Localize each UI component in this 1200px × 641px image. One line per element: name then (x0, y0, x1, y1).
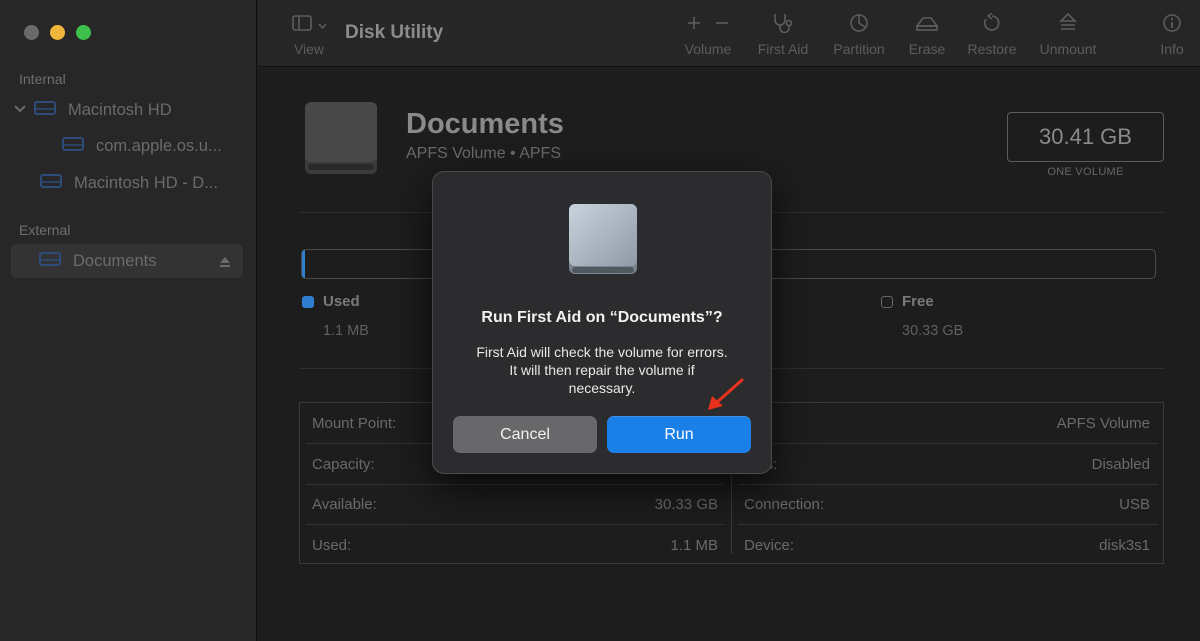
used-swatch (302, 295, 314, 308)
partition-button[interactable]: Partition (829, 13, 889, 57)
restore-icon (982, 11, 1002, 38)
eject-icon[interactable] (219, 254, 231, 273)
unmount-label: Unmount (1039, 41, 1097, 57)
info-row-type: e:APFS Volume (744, 403, 1150, 443)
dialog-message-line: First Aid will check the volume for erro… (476, 344, 728, 360)
annotation-arrow-icon (704, 375, 748, 418)
info-row-device: Device: disk3s1 (744, 525, 1150, 565)
info-label: Info (1160, 41, 1184, 57)
legend-free: Free 30.33 GB (881, 293, 963, 339)
sidebar-section-internal: Internal (19, 71, 66, 87)
info-key: Available: (312, 495, 377, 513)
sidebar-section-external: External (19, 222, 71, 238)
dialog-title: Run First Aid on “Documents”? (481, 309, 723, 326)
app-title: Disk Utility (345, 22, 444, 43)
minus-icon[interactable] (715, 16, 729, 35)
usage-used-fill (302, 250, 306, 278)
unmount-icon (1059, 12, 1077, 38)
info-key: Mount Point: (312, 414, 397, 432)
view-label: View (293, 41, 325, 57)
external-disk-icon (39, 251, 61, 272)
info-value: Disabled (1091, 455, 1150, 473)
info-key: Capacity: (312, 455, 375, 473)
info-key: Connection: (744, 495, 825, 513)
erase-icon (915, 14, 939, 37)
sidebar: Internal Macintosh HD com.apple.os.u... … (0, 0, 257, 641)
erase-label: Erase (908, 41, 946, 57)
restore-label: Restore (967, 41, 1017, 57)
sidebar-item-label: com.apple.os.u... (96, 136, 222, 155)
info-value: 1.1 MB (670, 536, 718, 554)
run-button[interactable]: Run (607, 416, 751, 453)
first-aid-dialog: Run First Aid on “Documents”? First Aid … (432, 171, 772, 474)
sidebar-toggle-icon (291, 14, 312, 36)
info-value: USB (1119, 495, 1150, 513)
minimize-window-button[interactable] (50, 25, 65, 40)
restore-button[interactable]: Restore (964, 11, 1020, 57)
partition-label: Partition (833, 41, 885, 57)
volume-disk-icon (40, 173, 62, 194)
erase-button[interactable]: Erase (905, 14, 949, 57)
view-button[interactable]: View (286, 14, 332, 57)
info-row-available: Available: 30.33 GB (312, 484, 718, 524)
info-key: Device: (744, 536, 795, 554)
volume-button[interactable]: Volume (680, 14, 736, 57)
zoom-window-button[interactable] (76, 25, 91, 40)
volume-label: Volume (684, 41, 732, 57)
legend-used-value: 1.1 MB (323, 323, 369, 339)
window-controls (24, 25, 91, 40)
info-value: disk3s1 (1099, 536, 1150, 554)
info-row-connection: Connection: USB (744, 484, 1150, 524)
sidebar-item-macintosh-hd-data[interactable]: Macintosh HD - D... (40, 166, 218, 200)
cancel-button[interactable]: Cancel (453, 416, 597, 453)
legend-free-label: Free (902, 293, 934, 310)
volume-subtitle: APFS Volume • APFS (406, 145, 561, 162)
legend-used: Used 1.1 MB (302, 293, 369, 339)
volume-name: Documents (406, 108, 564, 140)
stethoscope-icon (772, 13, 794, 38)
pie-chart-icon (849, 13, 869, 38)
volume-disk-icon (62, 136, 84, 157)
plus-icon[interactable] (687, 16, 701, 35)
info-key: Used: (312, 536, 352, 554)
chevron-down-icon (317, 16, 327, 34)
unmount-button[interactable]: Unmount (1036, 12, 1100, 57)
sidebar-item-label: Documents (73, 251, 157, 270)
legend-free-value: 30.33 GB (902, 323, 964, 339)
volume-size-caption: ONE VOLUME (1047, 166, 1124, 178)
info-icon (1162, 13, 1182, 38)
external-drive-icon (302, 100, 380, 183)
info-button[interactable]: Info (1156, 13, 1188, 57)
sidebar-item-label: Macintosh HD (68, 100, 172, 119)
external-drive-icon (564, 200, 642, 285)
info-row-used: Used: 1.1 MB (312, 525, 718, 565)
legend-used-label: Used (323, 293, 360, 310)
sidebar-item-com-apple-os[interactable]: com.apple.os.u... (62, 129, 222, 163)
internal-disk-icon (34, 100, 56, 121)
close-window-button[interactable] (24, 25, 39, 40)
chevron-down-icon[interactable] (14, 104, 34, 116)
free-swatch (881, 295, 893, 308)
toolbar: View Disk Utility Volume First Aid Parti… (258, 0, 1200, 67)
first-aid-button[interactable]: First Aid (753, 13, 813, 57)
sidebar-item-documents[interactable]: Documents (11, 244, 243, 278)
sidebar-item-label: Macintosh HD - D... (74, 173, 218, 192)
info-value: 30.33 GB (654, 495, 718, 513)
sidebar-item-macintosh-hd[interactable]: Macintosh HD (14, 93, 172, 127)
info-row-owners: ners:Disabled (744, 444, 1150, 484)
volume-size: 30.41 GB (1007, 112, 1164, 162)
info-value: APFS Volume (1056, 414, 1150, 432)
first-aid-label: First Aid (757, 41, 809, 57)
